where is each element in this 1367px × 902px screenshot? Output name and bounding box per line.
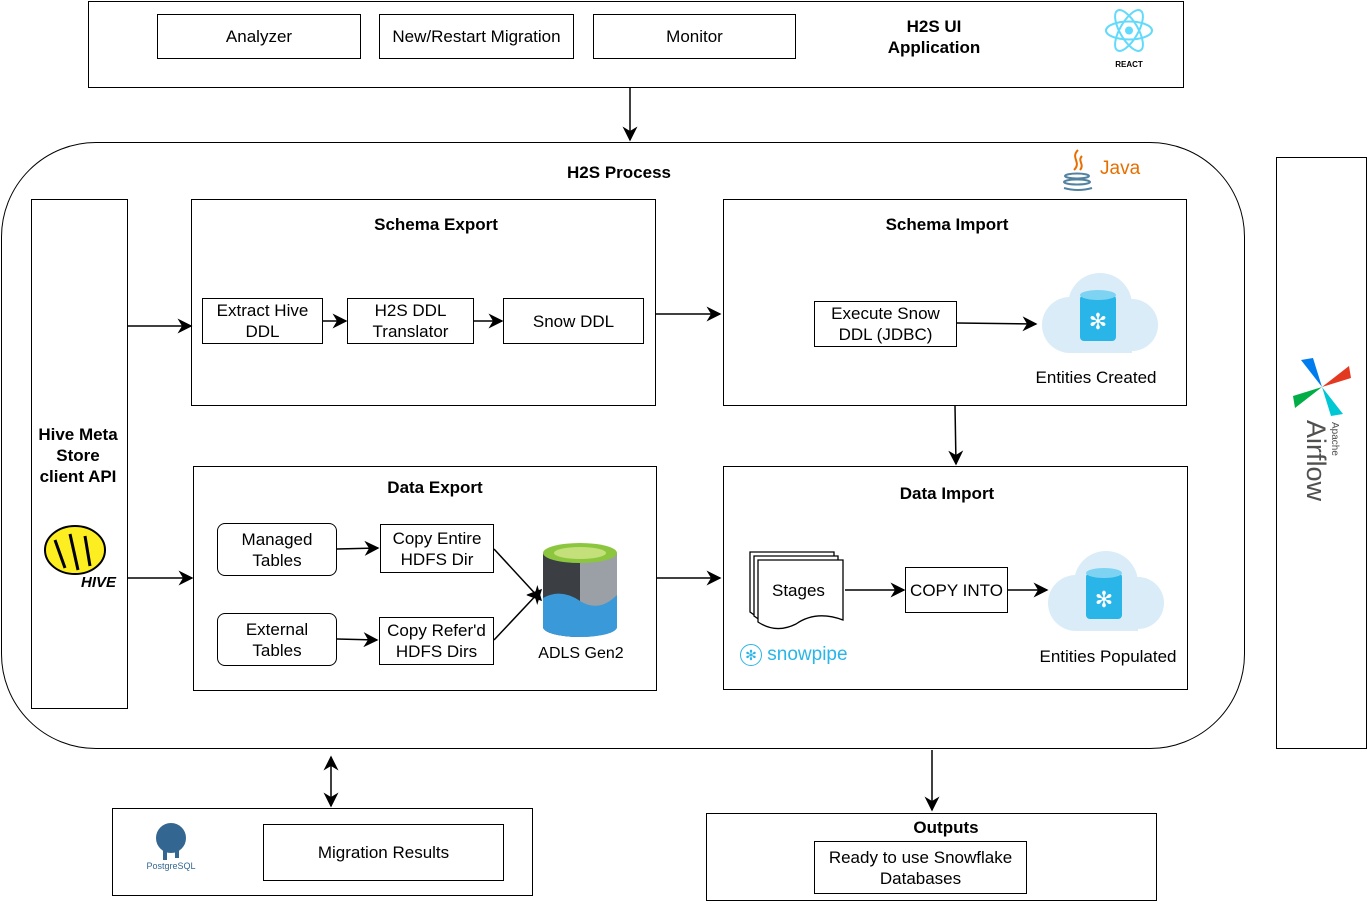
connector-arrows: [128, 88, 1049, 812]
